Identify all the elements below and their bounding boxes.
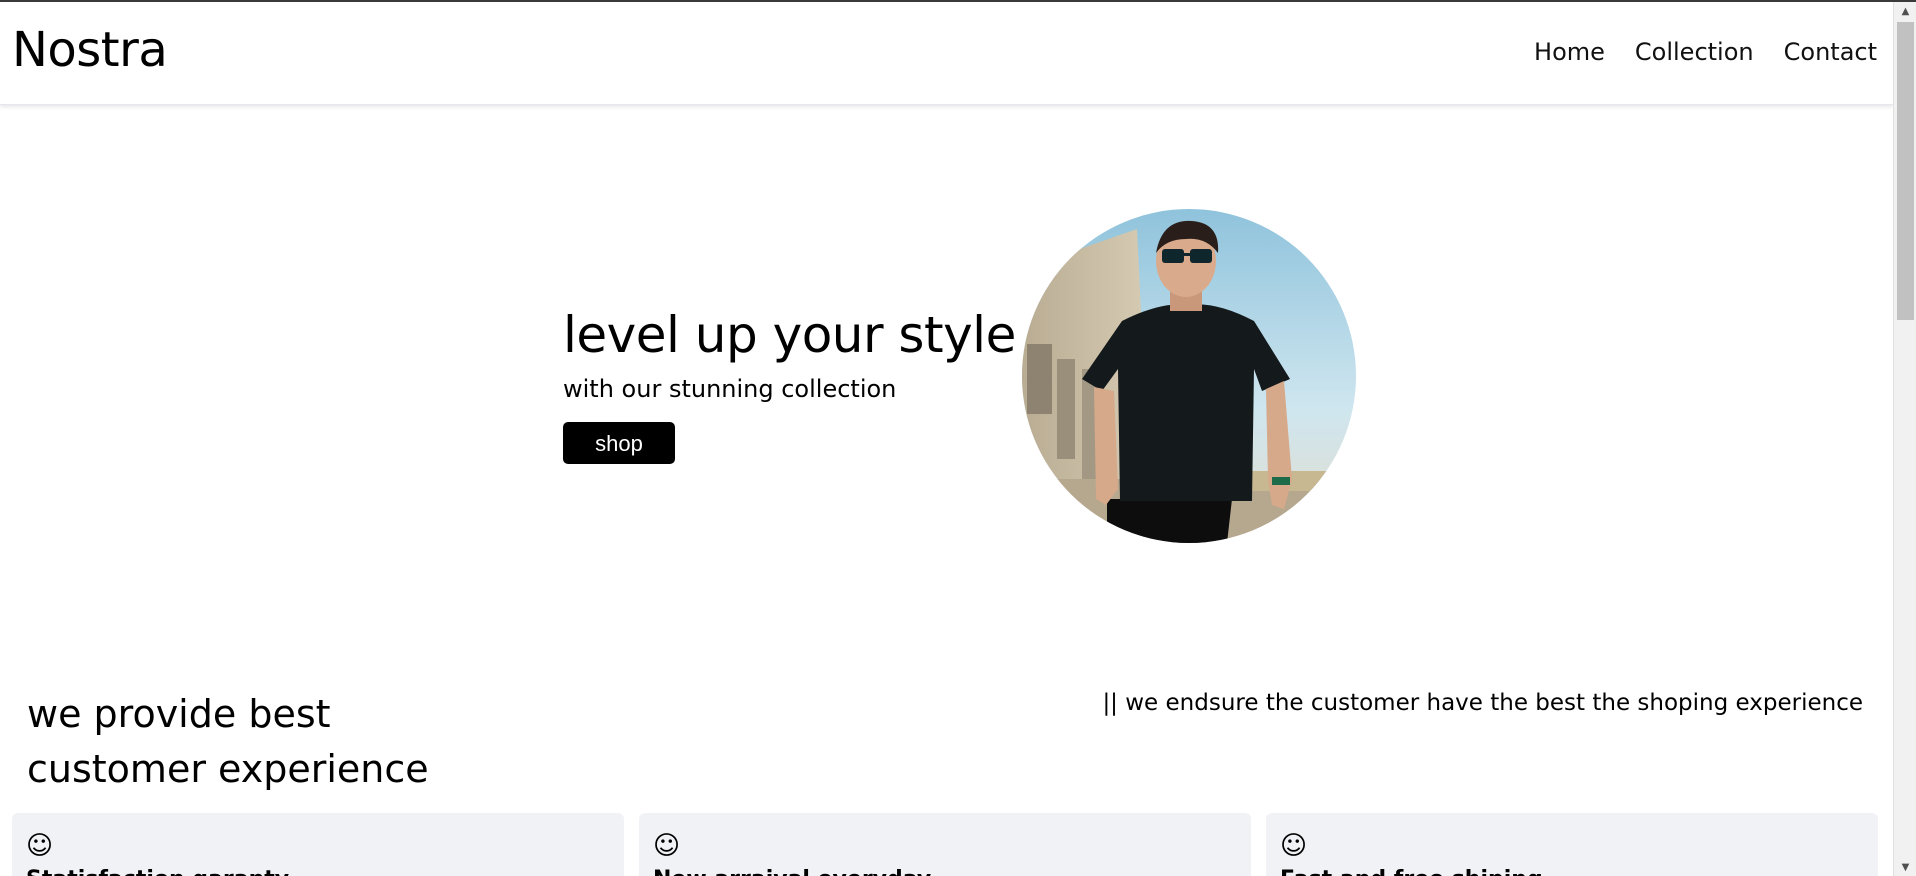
hero-photo-illustration <box>1022 209 1356 543</box>
scroll-down-arrow-icon[interactable]: ▼ <box>1894 858 1916 876</box>
site-logo[interactable]: Nostra <box>12 22 168 78</box>
smiley-icon: ☺ <box>26 831 54 861</box>
feature-card-title: Fast and free shiping <box>1280 867 1543 876</box>
nav-link-home[interactable]: Home <box>1534 38 1605 66</box>
features-note: || we endsure the customer have the best… <box>1102 690 1863 716</box>
scroll-up-arrow-icon[interactable]: ▲ <box>1894 2 1916 20</box>
features-heading-line1: we provide best <box>27 692 331 736</box>
nav-link-collection[interactable]: Collection <box>1635 38 1754 66</box>
navbar: Nostra Home Collection Contact <box>0 2 1893 105</box>
page: Nostra Home Collection Contact level up … <box>0 2 1893 876</box>
smiley-icon: ☺ <box>653 831 681 861</box>
feature-card: ☺ Statisfaction garanty <box>12 813 624 876</box>
hero-image <box>1022 209 1356 543</box>
hero-text: level up your style with our stunning co… <box>563 302 1023 464</box>
nav-link-contact[interactable]: Contact <box>1784 38 1877 66</box>
features-heading: we provide best customer experience <box>27 687 447 797</box>
feature-card: ☺ New arraival everyday <box>639 813 1251 876</box>
hero-title: level up your style <box>563 306 1016 364</box>
feature-card-title: Statisfaction garanty <box>26 867 289 876</box>
feature-card-title: New arraival everyday <box>653 867 931 876</box>
smiley-icon: ☺ <box>1280 831 1308 861</box>
vertical-scrollbar[interactable]: ▲ ▼ <box>1893 2 1916 876</box>
feature-card: ☺ Fast and free shiping <box>1266 813 1878 876</box>
feature-cards: ☺ Statisfaction garanty ☺ New arraival e… <box>12 813 1878 876</box>
hero-subtitle: with our stunning collection <box>563 375 897 403</box>
features-heading-line2: customer experience <box>27 747 429 791</box>
scrollbar-thumb[interactable] <box>1897 22 1914 320</box>
nav-links: Home Collection Contact <box>1534 38 1877 66</box>
shop-button[interactable]: shop <box>563 422 675 464</box>
